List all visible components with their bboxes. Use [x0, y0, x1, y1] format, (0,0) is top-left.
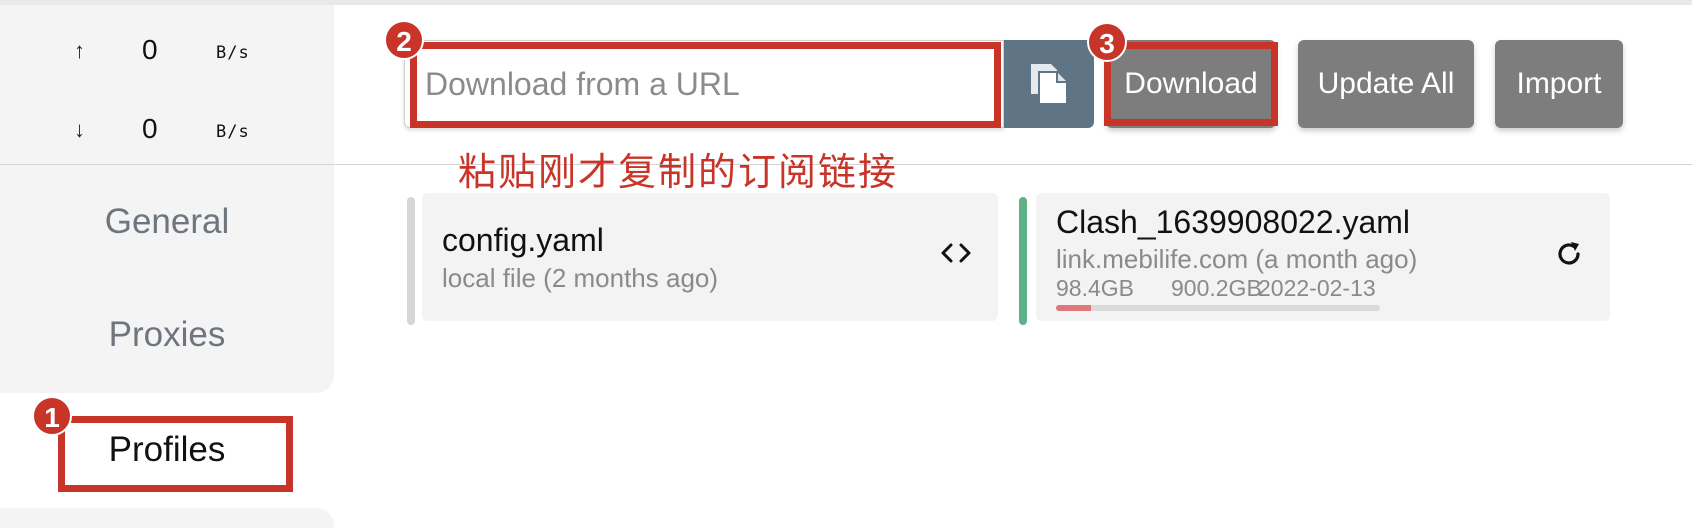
refresh-icon[interactable]	[1554, 239, 1584, 274]
sidebar-panel-lower	[0, 508, 334, 528]
upload-speed-value: 0	[142, 34, 158, 65]
profile-indicator	[407, 197, 415, 325]
profile-card-config[interactable]: config.yaml local file (2 months ago)	[422, 193, 998, 321]
upload-speed: ↑ 0 B/s	[0, 30, 334, 70]
import-button[interactable]: Import	[1495, 40, 1623, 128]
profile-used: 98.4GB	[1056, 275, 1134, 301]
paste-button[interactable]	[1004, 40, 1094, 128]
profile-source: link.mebilife.com (a month ago)	[1056, 244, 1418, 274]
profile-source: local file (2 months ago)	[442, 263, 719, 293]
annotation-badge-2: 2	[384, 20, 424, 60]
profile-card-clash[interactable]: Clash_1639908022.yaml link.mebilife.com …	[1036, 193, 1610, 321]
usage-progress-fill	[1056, 305, 1092, 311]
profile-name: config.yaml	[442, 222, 604, 258]
paste-icon	[1027, 58, 1071, 111]
upload-arrow-icon: ↑	[74, 38, 85, 63]
download-speed: ↓ 0 B/s	[0, 109, 334, 149]
download-arrow-icon: ↓	[74, 117, 85, 142]
sidebar-item-general[interactable]: General	[0, 202, 334, 242]
usage-progress	[1056, 305, 1380, 311]
code-icon[interactable]	[940, 241, 972, 270]
annotation-badge-3: 3	[1087, 22, 1127, 62]
profile-total: 900.2GB	[1171, 275, 1262, 301]
annotation-badge-1: 1	[32, 396, 72, 436]
download-speed-unit: B/s	[216, 122, 250, 142]
sidebar-item-proxies[interactable]: Proxies	[0, 315, 334, 355]
profile-indicator-active	[1019, 197, 1027, 325]
profile-name: Clash_1639908022.yaml	[1056, 204, 1411, 240]
annotation-box-profiles	[58, 416, 293, 492]
download-speed-value: 0	[142, 113, 158, 144]
annotation-instruction: 粘贴刚才复制的订阅链接	[458, 150, 899, 194]
update-all-button[interactable]: Update All	[1298, 40, 1474, 128]
annotation-box-download	[1104, 42, 1278, 126]
upload-speed-unit: B/s	[216, 43, 250, 63]
profile-expiry: 2022-02-13	[1258, 275, 1376, 301]
annotation-box-url	[410, 42, 1001, 128]
